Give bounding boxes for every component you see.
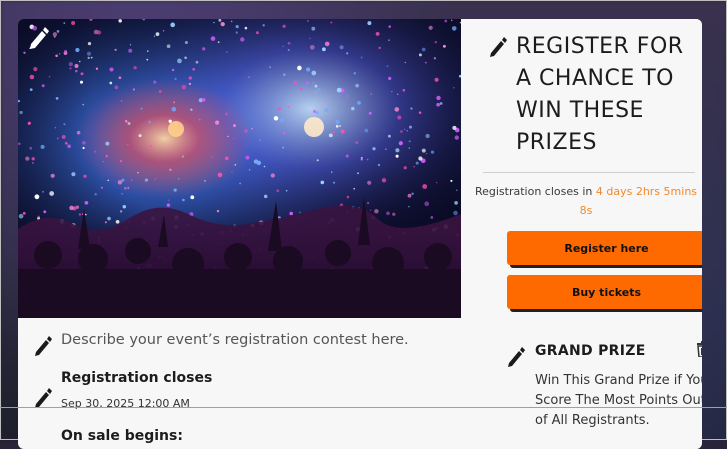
buy-tickets-button[interactable]: Buy tickets	[507, 275, 702, 309]
on-sale-label: On sale begins:	[61, 428, 183, 444]
viewport-edge-line	[0, 407, 727, 408]
heading-line: PRIZES	[516, 130, 597, 155]
hero-image	[18, 19, 461, 318]
edit-heading-pencil-icon[interactable]	[489, 37, 507, 57]
concert-photo	[18, 19, 461, 318]
edit-dates-pencil-icon[interactable]	[34, 388, 52, 408]
registration-closes-label: Registration closes	[61, 370, 213, 386]
countdown-timer: 4 days 2hrs 5mins 8s	[579, 185, 698, 217]
edit-image-pencil-icon[interactable]	[28, 25, 50, 49]
contest-card: REGISTER FOR A CHANCE TO WIN THESE PRIZE…	[18, 19, 702, 449]
registration-closes-date: Sep 30, 2025 12:00 AM	[61, 397, 190, 410]
registration-countdown: Registration closes in 4 days 2hrs 5mins…	[471, 182, 701, 220]
contest-description[interactable]: Describe your event’s registration conte…	[61, 332, 409, 348]
edit-prize-pencil-icon[interactable]	[507, 347, 525, 367]
grand-prize-title: GRAND PRIZE	[535, 343, 646, 359]
registration-panel: REGISTER FOR A CHANCE TO WIN THESE PRIZE…	[461, 19, 702, 449]
edit-description-pencil-icon[interactable]	[34, 336, 52, 356]
heading-line: A CHANCE TO	[516, 66, 674, 91]
heading-line: WIN THESE	[516, 98, 644, 123]
heading-line: REGISTER FOR	[516, 34, 684, 59]
registration-heading: REGISTER FOR A CHANCE TO WIN THESE PRIZE…	[516, 31, 696, 159]
register-button[interactable]: Register here	[507, 231, 702, 265]
grand-prize-description: Win This Grand Prize if You Score The Mo…	[535, 373, 702, 428]
delete-prize-trash-icon[interactable]	[696, 341, 702, 358]
registration-closes-prefix: Registration closes in	[474, 185, 593, 198]
divider	[483, 172, 695, 173]
